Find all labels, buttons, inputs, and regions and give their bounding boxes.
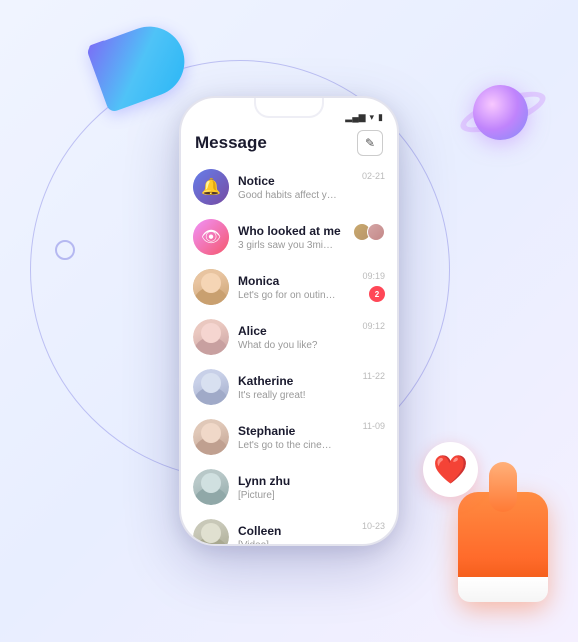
contact-name: Katherine [238,374,354,388]
battery-icon: ▮ [378,112,383,123]
small-circle-decoration [55,240,75,260]
message-time: 09:12 [362,321,385,331]
phone-mockup: ▂▄▆ ▾ ▮ Message ✎ 🔔 Notice Good habits a… [179,96,399,546]
message-preview: It's really great! [238,390,338,401]
compose-button[interactable]: ✎ [357,130,383,156]
message-preview: What do you like? [238,340,338,351]
avatar [193,419,229,455]
list-item[interactable]: Monica Let's go for on outing this weeke… [181,262,397,312]
app-title: Message [195,133,267,153]
message-list: 🔔 Notice Good habits affect your life 02… [181,162,397,546]
avatar: 🔔 [193,169,229,205]
message-content: Notice Good habits affect your life [238,174,353,201]
message-content: Colleen [Video] [238,524,353,547]
unread-badge: 2 [369,286,385,302]
contact-name: Who looked at me [238,224,344,238]
message-preview: Let's go for on outing this weekend- [238,290,338,301]
contact-name: Colleen [238,524,353,538]
signal-icon: ▂▄▆ [345,112,365,123]
avatar: 👁 [193,219,229,255]
message-time: 10-23 [362,521,385,531]
contact-name: Lynn zhu [238,474,376,488]
heart-bubble-decoration: ❤️ [423,442,478,497]
viewer-avatar [367,223,385,241]
phone-notch [254,98,324,118]
app-header: Message ✎ [181,130,397,162]
message-content: Katherine It's really great! [238,374,354,401]
contact-name: Stephanie [238,424,354,438]
message-preview: [Picture] [238,490,338,501]
contact-name: Monica [238,274,353,288]
message-content: Alice What do you like? [238,324,353,351]
avatar [193,269,229,305]
wifi-icon: ▾ [370,112,375,123]
list-item[interactable]: Stephanie Let's go to the cinema togethe… [181,412,397,462]
message-time: 09:19 [362,271,385,281]
list-item[interactable]: Lynn zhu [Picture] [181,462,397,512]
message-content: Lynn zhu [Picture] [238,474,376,501]
planet-decoration [458,70,548,160]
message-content: Stephanie Let's go to the cinema togethe… [238,424,354,451]
message-time: 11-09 [363,421,385,431]
hand-decoration [458,492,558,612]
contact-name: Alice [238,324,353,338]
message-content: Who looked at me 3 girls saw you 3mine a… [238,224,344,251]
list-item[interactable]: 👁 Who looked at me 3 girls saw you 3mine… [181,212,397,262]
avatar [193,469,229,505]
message-preview: Let's go to the cinema together [238,440,338,451]
message-time: 11-22 [363,371,385,381]
message-preview: Good habits affect your life [238,190,338,201]
megaphone-decoration [80,10,190,120]
message-preview: 3 girls saw you 3mine ago [238,240,338,251]
contact-name: Notice [238,174,353,188]
avatar [193,369,229,405]
message-time: 02-21 [362,171,385,181]
list-item[interactable]: Colleen [Video] 10-23 [181,512,397,546]
avatar [193,519,229,546]
message-content: Monica Let's go for on outing this weeke… [238,274,353,301]
list-item[interactable]: Katherine It's really great! 11-22 [181,362,397,412]
list-item[interactable]: Alice What do you like? 09:12 [181,312,397,362]
avatar [193,319,229,355]
message-preview: [Video] [238,540,338,547]
list-item[interactable]: 🔔 Notice Good habits affect your life 02… [181,162,397,212]
